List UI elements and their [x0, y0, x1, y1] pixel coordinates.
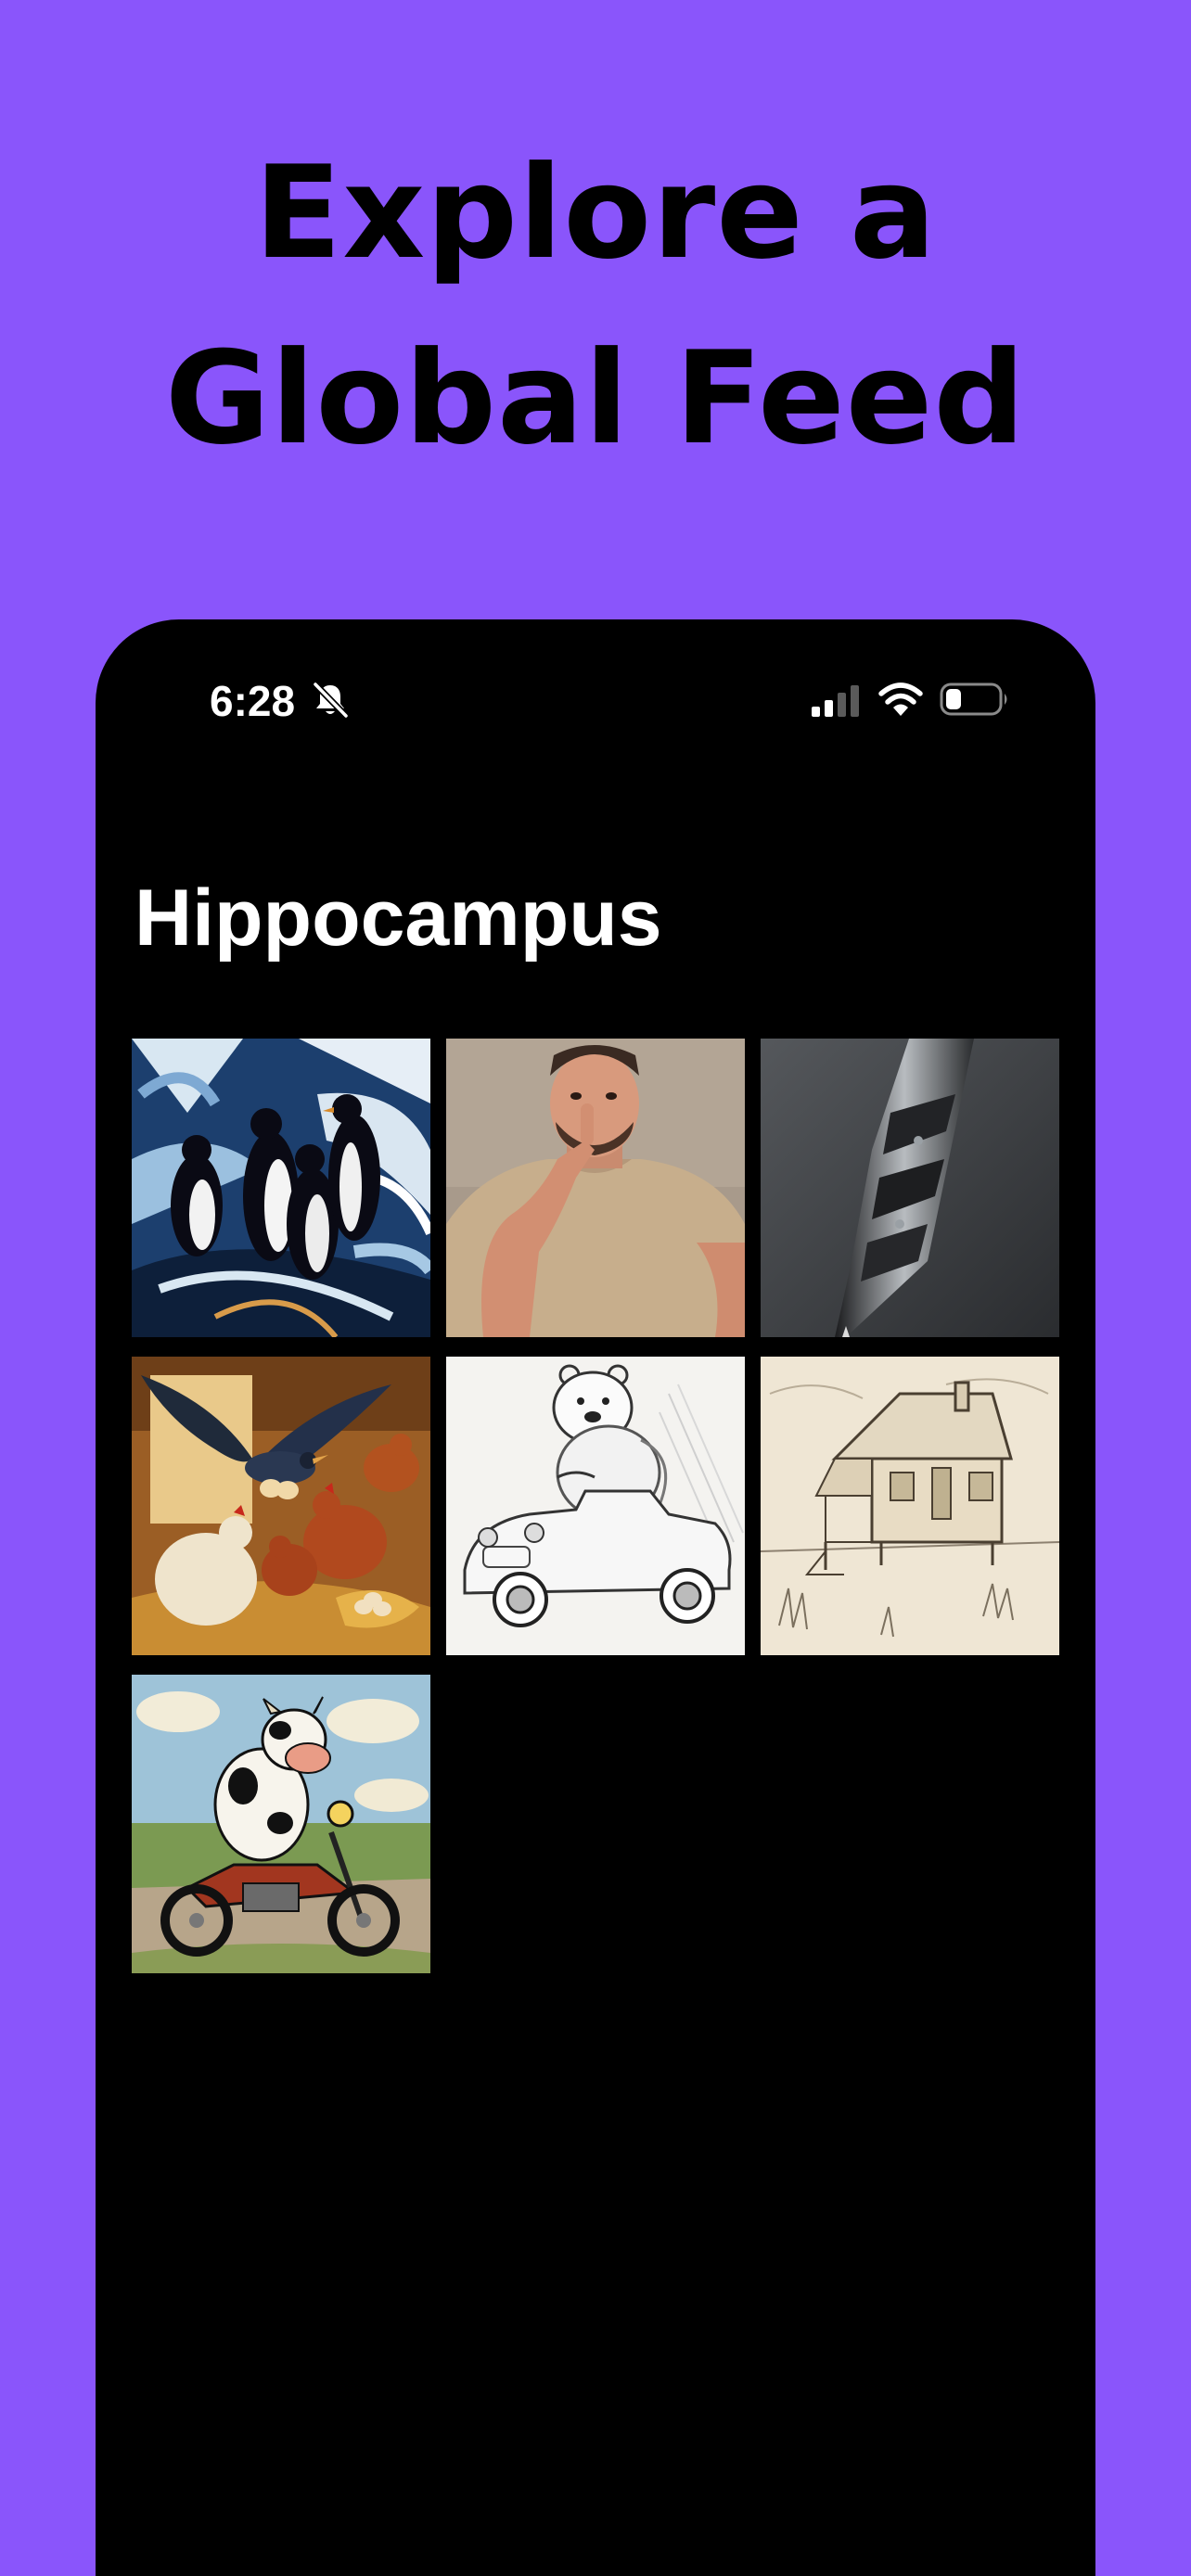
feed-title: Hippocampus	[134, 874, 662, 963]
cellular-signal-icon	[812, 685, 859, 717]
marketing-headline: Explore a Global Feed	[0, 121, 1191, 491]
feed-image-bird-chickens[interactable]	[132, 1357, 430, 1655]
bell-slash-icon	[313, 682, 349, 719]
feed-image-pen[interactable]	[761, 1039, 1059, 1337]
feed-image-penguins[interactable]	[132, 1039, 430, 1337]
status-time: 6:28	[210, 677, 296, 725]
headline-line-2: Global Feed	[164, 324, 1027, 473]
battery-icon	[940, 682, 1007, 716]
feed-image-man[interactable]	[446, 1039, 745, 1337]
feed-image-bear-car[interactable]	[446, 1357, 745, 1655]
phone-screen: 6:28 Hippocampus	[96, 619, 1095, 2576]
wifi-icon	[878, 682, 923, 716]
feed-image-beach-house[interactable]	[761, 1357, 1059, 1655]
feed-image-cow-motorcycle[interactable]	[132, 1675, 430, 1973]
headline-line-1: Explore a	[254, 138, 937, 287]
status-bar: 6:28	[96, 619, 1095, 759]
